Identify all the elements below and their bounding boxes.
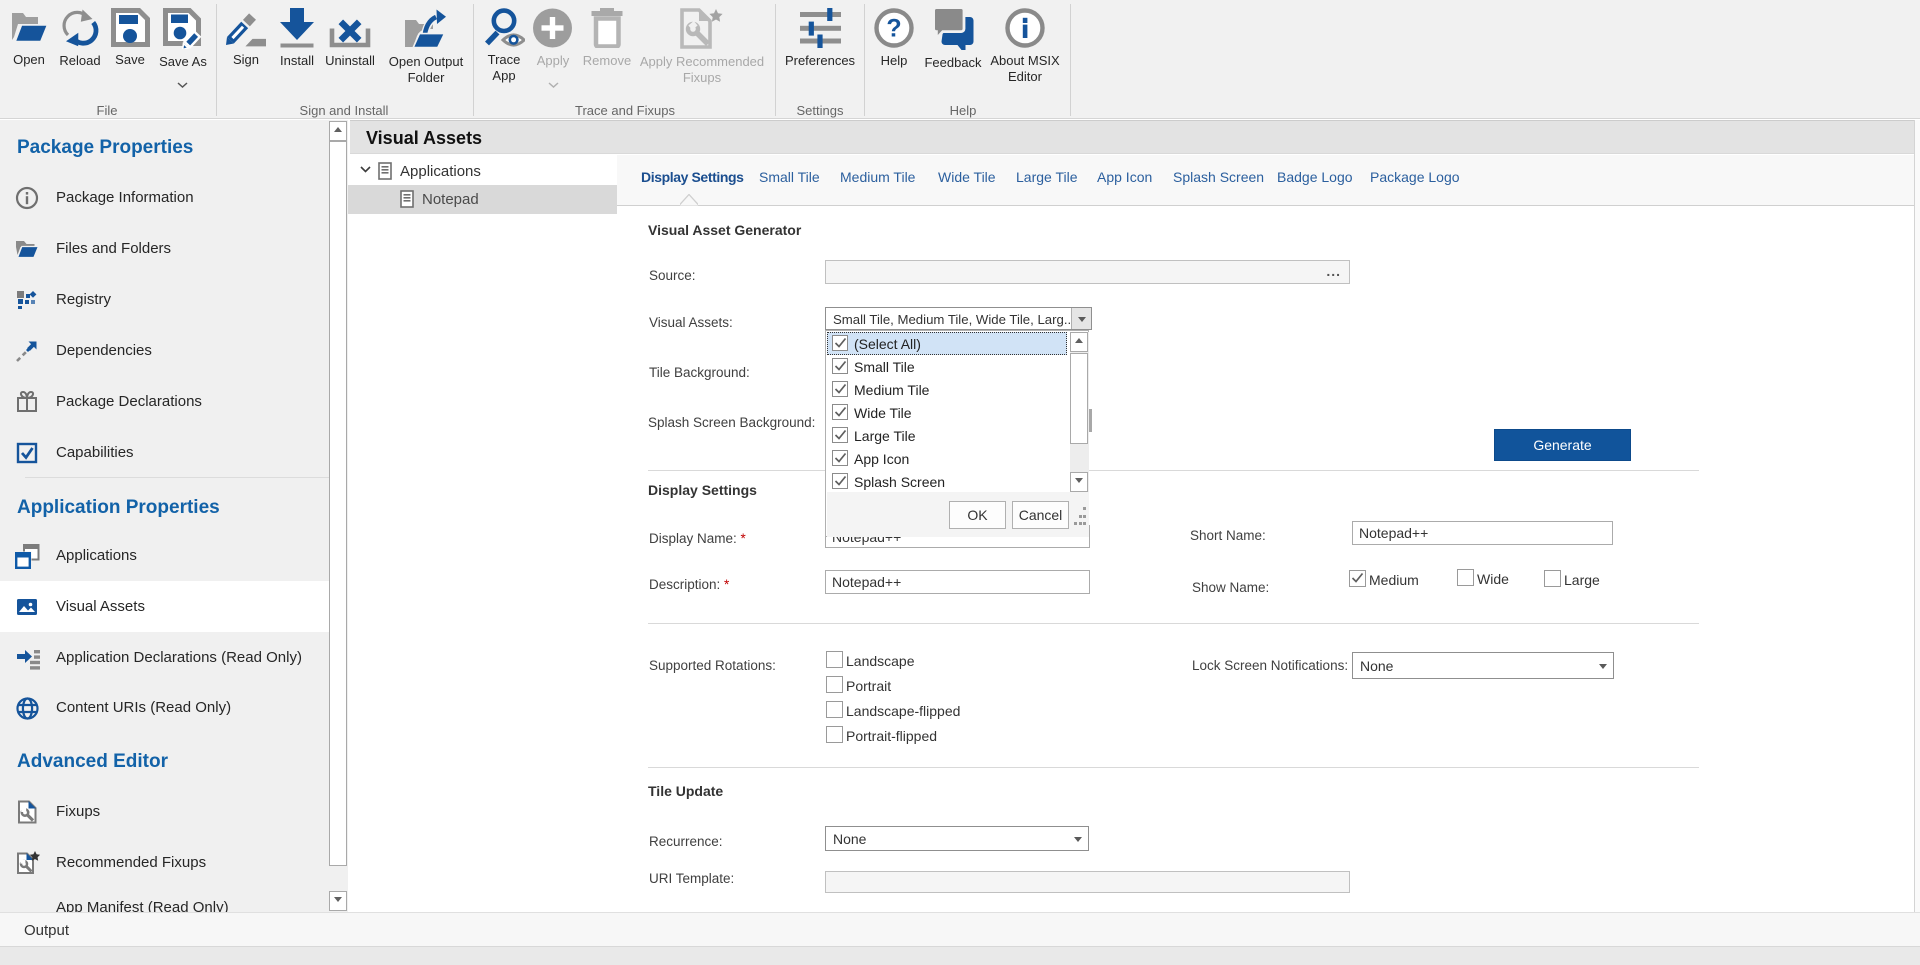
svg-text:?: ? <box>886 15 901 43</box>
